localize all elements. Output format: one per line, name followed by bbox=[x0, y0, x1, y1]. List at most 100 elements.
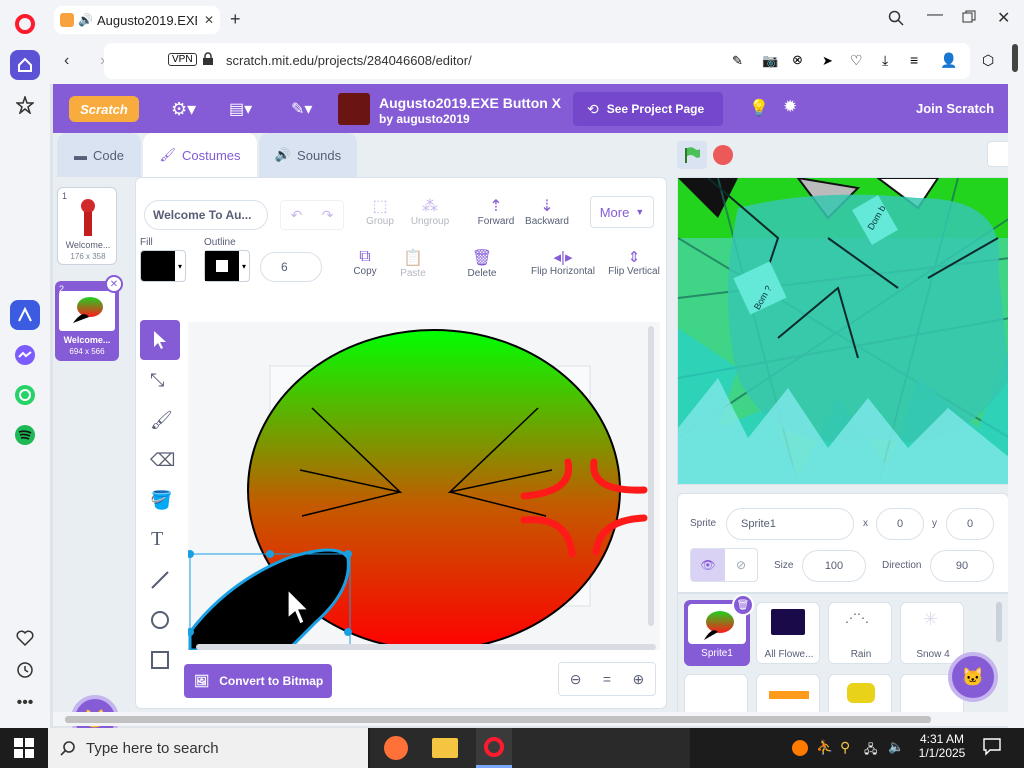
tab-sounds[interactable]: 🔊 Sounds bbox=[259, 133, 357, 177]
extensions-cube-icon[interactable]: ⬡ bbox=[982, 52, 994, 69]
page-scrollbar[interactable] bbox=[1012, 44, 1018, 72]
group-button[interactable]: ⬚ Group bbox=[362, 196, 398, 227]
favorite-heart-icon[interactable]: ♡ bbox=[850, 52, 863, 69]
history-clock-icon[interactable] bbox=[10, 655, 40, 685]
green-flag-icon[interactable] bbox=[677, 141, 707, 169]
browser-tab[interactable]: 🔊 Augusto2019.EXE ✕ bbox=[54, 6, 220, 34]
convert-to-bitmap-button[interactable]: 🖼 Convert to Bitmap bbox=[184, 664, 332, 698]
minimize-icon[interactable]: — bbox=[927, 6, 943, 24]
page-horizontal-scrollbar[interactable] bbox=[53, 712, 1008, 726]
zoom-in-icon[interactable]: ⊕ bbox=[633, 671, 645, 688]
brush-tool-icon[interactable]: 🖌 bbox=[150, 410, 173, 431]
see-project-button[interactable]: ⟲ See Project Page bbox=[573, 92, 723, 126]
zoom-reset-button[interactable]: = bbox=[603, 671, 611, 687]
rectangle-tool-icon[interactable] bbox=[150, 650, 170, 670]
line-tool-icon[interactable] bbox=[150, 570, 170, 590]
undo-redo[interactable]: ↶ ↷ bbox=[280, 200, 344, 230]
vpn-badge[interactable]: VPN bbox=[168, 53, 197, 66]
outline-color-picker[interactable]: ▾ bbox=[204, 250, 250, 282]
y-input[interactable]: 0 bbox=[946, 508, 994, 540]
url-text[interactable]: scratch.mit.edu/projects/284046608/edito… bbox=[226, 53, 472, 68]
hide-eye-icon[interactable]: ⊘ bbox=[725, 549, 757, 581]
sprite-tile[interactable]: All Flowe... bbox=[756, 602, 820, 664]
tray-app-icon[interactable] bbox=[792, 740, 808, 756]
flip-vertical-button[interactable]: ⇕ Flip Vertical bbox=[606, 248, 662, 277]
project-author[interactable]: by augusto2019 bbox=[379, 112, 470, 126]
notifications-icon[interactable] bbox=[982, 736, 1002, 756]
stage-size-toggle-icon[interactable] bbox=[987, 141, 1009, 167]
delete-button[interactable]: 🗑 Delete bbox=[462, 248, 502, 279]
tab-close-icon[interactable]: ✕ bbox=[204, 13, 214, 27]
home-icon[interactable] bbox=[10, 50, 40, 80]
firefox-icon[interactable] bbox=[384, 736, 408, 760]
url-box[interactable]: VPN scratch.mit.edu/projects/284046608/e… bbox=[104, 43, 970, 79]
scratch-logo[interactable]: Scratch bbox=[69, 96, 139, 122]
sprite-tile[interactable]: ✳ Snow 4 bbox=[900, 602, 964, 664]
sprite-tile[interactable]: ⋰⋱ Rain bbox=[828, 602, 892, 664]
direction-input[interactable]: 90 bbox=[930, 550, 994, 582]
show-eye-icon[interactable]: 👁 bbox=[691, 549, 725, 581]
whatsapp-icon[interactable] bbox=[10, 380, 40, 410]
opera-taskbar-icon[interactable] bbox=[476, 728, 512, 768]
paste-button[interactable]: 📋 Paste bbox=[396, 248, 430, 279]
more-dots-icon[interactable]: ••• bbox=[10, 688, 40, 718]
paint-canvas[interactable] bbox=[188, 322, 660, 650]
delete-costume-icon[interactable]: ✕ bbox=[105, 275, 123, 293]
stop-icon[interactable] bbox=[713, 145, 733, 165]
select-tool[interactable] bbox=[140, 320, 180, 360]
choose-sprite-icon[interactable]: 🐱 bbox=[948, 652, 998, 702]
circle-tool-icon[interactable] bbox=[150, 610, 170, 630]
speaker-icon[interactable]: 🔊 bbox=[78, 13, 93, 27]
copy-button[interactable]: ⧉ Copy bbox=[348, 248, 382, 277]
tray-network-person-icon[interactable]: ⛹ bbox=[816, 739, 833, 756]
stage[interactable]: Bom ? Dom b bbox=[677, 177, 1009, 485]
flip-horizontal-button[interactable]: ◂|▸ Flip Horizontal bbox=[530, 248, 596, 277]
backward-button[interactable]: ⇣ Backward bbox=[522, 196, 572, 227]
edit-pencil-icon[interactable]: ✎▾ bbox=[291, 99, 312, 119]
costume-item[interactable]: 1 Welcome... 176 x 358 bbox=[57, 187, 117, 265]
lock-icon[interactable] bbox=[202, 52, 214, 66]
more-button[interactable]: More ▼ bbox=[590, 196, 654, 228]
file-explorer-icon[interactable] bbox=[432, 738, 458, 758]
easy-setup-icon[interactable]: ≡ bbox=[910, 52, 918, 68]
spotify-icon[interactable] bbox=[10, 420, 40, 450]
tray-network-icon[interactable]: 🖧 bbox=[864, 740, 877, 761]
reshape-tool-icon[interactable]: ⤡ bbox=[150, 370, 164, 391]
heart-icon[interactable] bbox=[10, 623, 40, 653]
forward-button[interactable]: ⇡ Forward bbox=[474, 196, 518, 227]
new-tab-icon[interactable]: + bbox=[230, 9, 241, 30]
x-input[interactable]: 0 bbox=[876, 508, 924, 540]
debug-bug-icon[interactable]: ✹ bbox=[783, 97, 797, 117]
back-icon[interactable]: ‹ bbox=[64, 52, 69, 70]
outline-width-input[interactable]: 6 bbox=[260, 252, 322, 282]
sprite-name-input[interactable]: Sprite1 bbox=[726, 508, 854, 540]
tab-costumes[interactable]: 🖌 Costumes bbox=[143, 133, 257, 177]
sprite-tile-selected[interactable]: Sprite1 🗑 bbox=[684, 594, 754, 666]
visibility-toggle[interactable]: 👁 ⊘ bbox=[690, 548, 758, 582]
camera-icon[interactable]: 📷 bbox=[762, 53, 778, 69]
send-icon[interactable]: ➤ bbox=[822, 53, 833, 69]
eraser-tool-icon[interactable]: ⌫ bbox=[150, 450, 175, 471]
messenger-icon[interactable] bbox=[10, 340, 40, 370]
file-menu-icon[interactable]: ▤▾ bbox=[229, 99, 252, 119]
download-icon[interactable]: ⤓ bbox=[882, 52, 888, 69]
canvas-vertical-scrollbar[interactable] bbox=[648, 326, 654, 626]
windows-start-icon[interactable] bbox=[14, 738, 34, 758]
adblock-icon[interactable]: ⊗ bbox=[792, 52, 803, 68]
costume-name-input[interactable]: Welcome To Au... bbox=[144, 200, 268, 230]
aria-ai-icon[interactable] bbox=[10, 300, 40, 330]
taskbar-search[interactable]: Type here to search bbox=[48, 728, 368, 768]
undo-icon[interactable]: ↶ bbox=[291, 207, 303, 224]
tab-search-icon[interactable] bbox=[888, 10, 904, 26]
close-window-icon[interactable]: ✕ bbox=[997, 8, 1010, 28]
taskbar-clock[interactable]: 4:31 AM 1/1/2025 bbox=[912, 732, 972, 760]
text-tool-icon[interactable]: T bbox=[151, 528, 163, 551]
sprite-list-scrollbar[interactable] bbox=[996, 602, 1002, 642]
zoom-out-icon[interactable]: ⊖ bbox=[570, 671, 582, 688]
page-vertical-scrollbar[interactable] bbox=[1008, 84, 1024, 728]
restore-icon[interactable] bbox=[962, 10, 976, 24]
tray-search-icon[interactable]: ⚲ bbox=[840, 739, 850, 756]
redo-icon[interactable]: ↷ bbox=[322, 207, 334, 224]
edit-icon[interactable]: ✎ bbox=[732, 53, 743, 69]
opera-logo-icon[interactable] bbox=[10, 9, 40, 39]
